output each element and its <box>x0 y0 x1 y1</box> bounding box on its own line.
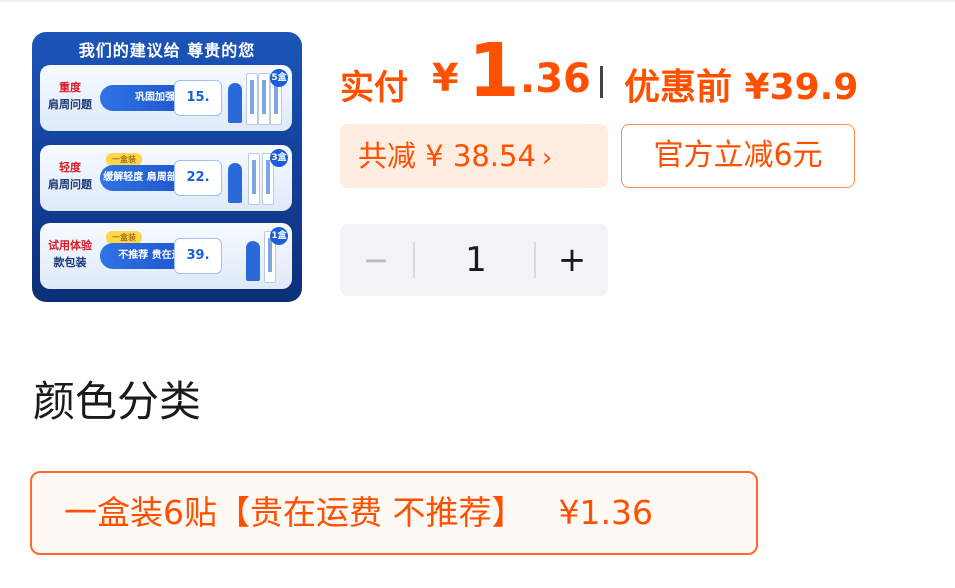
chevron-right-icon: › <box>541 143 553 173</box>
product-box-icon <box>248 153 260 205</box>
card-badge: 1盒 <box>270 227 288 245</box>
pay-label: 实付 <box>340 68 408 108</box>
increase-quantity-button[interactable]: + <box>536 224 608 296</box>
card-label-severity: 试用体验 <box>48 239 92 252</box>
card-badge: 3盒 <box>270 149 288 167</box>
thumbnail-card-light: 轻度 肩周问题 一盒装 缓解轻度 肩周部位不适 22. 3盒 <box>40 145 292 211</box>
person-figure-icon <box>246 241 260 281</box>
sku-option-selected[interactable]: 一盒装6贴【贵在运费 不推荐】 ¥1.36 <box>30 471 758 555</box>
pay-amount-integer: 1 <box>468 28 519 114</box>
card-label: 轻度 肩周问题 <box>44 159 96 193</box>
card-label-severity: 轻度 <box>59 161 81 174</box>
price-divider <box>600 66 603 98</box>
sku-option-label: 一盒装6贴【贵在运费 不推荐】 <box>64 493 525 532</box>
card-badge: 5盒 <box>270 69 288 87</box>
quantity-stepper: − 1 + <box>340 224 608 296</box>
card-label-text: 肩周问题 <box>48 178 92 191</box>
person-figure-icon <box>228 163 242 203</box>
card-price: 22. <box>174 160 222 196</box>
quantity-value[interactable]: 1 <box>416 224 536 296</box>
decrease-quantity-button[interactable]: − <box>340 224 412 296</box>
price-before-discount: 优惠前 ¥39.9 <box>624 67 859 108</box>
person-figure-icon <box>228 83 242 123</box>
thumbnail-card-heavy: 重度 肩周问题 巩固加强 15. 5盒 <box>40 65 292 131</box>
card-label: 重度 肩周问题 <box>44 79 96 113</box>
card-price: 15. <box>174 80 222 116</box>
thumbnail-title: 我们的建议给 尊贵的您 <box>78 41 256 60</box>
product-thumbnail[interactable]: 我们的建议给 尊贵的您 重度 肩周问题 巩固加强 15. 5盒 轻度 肩周问题 … <box>32 32 302 302</box>
total-discount-text: 共减 ¥ 38.54 <box>358 139 536 173</box>
sku-option-price: ¥1.36 <box>558 493 653 532</box>
pay-currency: ¥ <box>432 56 459 100</box>
card-price: 39. <box>174 238 222 274</box>
section-title-color-category: 颜色分类 <box>33 377 202 426</box>
thumbnail-card-trial: 试用体验 款包装 一盒装 不推荐 贵在运费 39. 1盒 <box>40 223 292 289</box>
total-discount-button[interactable]: 共减 ¥ 38.54 › <box>340 124 608 188</box>
product-box-icon <box>246 73 258 125</box>
card-label-text: 款包装 <box>53 256 87 269</box>
pay-amount-decimal: .36 <box>520 56 591 102</box>
product-box-icon <box>258 73 270 125</box>
stepper-divider <box>413 242 415 278</box>
card-label-text: 肩周问题 <box>48 98 92 111</box>
official-discount-badge: 官方立减6元 <box>621 124 855 188</box>
top-divider <box>0 0 955 2</box>
card-label: 试用体验 款包装 <box>44 237 96 271</box>
card-label-severity: 重度 <box>59 81 81 94</box>
